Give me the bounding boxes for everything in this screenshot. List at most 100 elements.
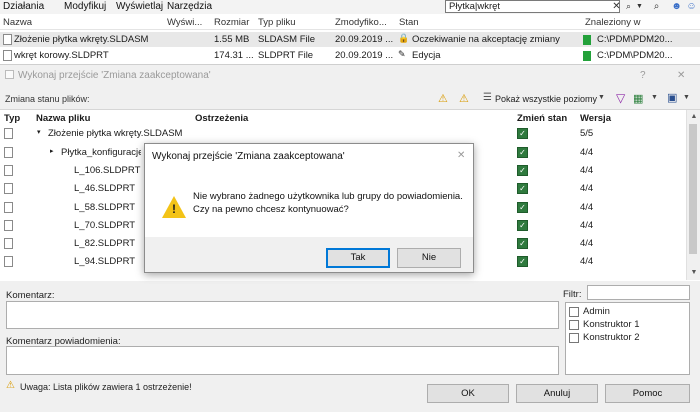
konstruktor2-checkbox[interactable] bbox=[569, 333, 579, 343]
file-found-in: C:\PDM\PDM20... bbox=[597, 34, 673, 45]
confirmation-dialog-title: Wykonaj przejście 'Zmiana zaakceptowana' bbox=[152, 151, 345, 162]
state-icon: 🔒 bbox=[398, 33, 410, 43]
file-state: Edycja bbox=[412, 50, 441, 61]
tree-expand-icon[interactable]: ▸ bbox=[50, 147, 54, 155]
file-name: wkręt korowy.SLDPRT bbox=[14, 50, 109, 61]
row-version: 4/4 bbox=[580, 147, 594, 158]
change-state-checkbox[interactable]: ✓ bbox=[517, 220, 528, 231]
users-icon[interactable]: ☺ bbox=[685, 0, 698, 13]
user-item-label: Konstruktor 2 bbox=[583, 332, 640, 343]
change-state-checkbox[interactable]: ✓ bbox=[517, 256, 528, 267]
column-display[interactable]: Wyświ... bbox=[167, 17, 202, 28]
row-version: 5/5 bbox=[580, 128, 594, 139]
assembly-file-icon bbox=[4, 128, 13, 139]
show-levels-button[interactable]: Pokaż wszystkie poziomy bbox=[495, 94, 597, 104]
notify-comment-input[interactable] bbox=[6, 346, 559, 375]
column-modified[interactable]: Zmodyfiko... bbox=[335, 17, 387, 28]
no-button[interactable]: Nie bbox=[397, 248, 461, 268]
header-type[interactable]: Typ bbox=[4, 113, 20, 124]
menu-tools[interactable]: Narzędzia bbox=[167, 1, 212, 12]
part-file-icon bbox=[4, 165, 13, 176]
header-version[interactable]: Wersja bbox=[580, 113, 611, 124]
column-size[interactable]: Rozmiar bbox=[214, 17, 249, 28]
chevron-down-icon[interactable]: ▼ bbox=[683, 94, 690, 101]
column-found-in[interactable]: Znaleziony w bbox=[585, 17, 640, 28]
tree-collapse-icon[interactable]: ▾ bbox=[37, 128, 41, 136]
scroll-up-icon[interactable]: ▲ bbox=[687, 111, 700, 123]
file-row[interactable]: Złożenie płytka wkręty.SLDASM 1.55 MB SL… bbox=[0, 32, 700, 47]
menu-modify[interactable]: Modyfikuj bbox=[64, 1, 106, 12]
warning-next-icon[interactable]: ⚠ bbox=[459, 92, 469, 105]
change-state-checkbox[interactable]: ✓ bbox=[517, 147, 528, 158]
file-modified: 20.09.2019 ... bbox=[335, 50, 394, 61]
filter-icon[interactable]: ▽ bbox=[616, 91, 625, 105]
menu-view[interactable]: Wyświetlaj bbox=[116, 1, 163, 12]
column-state[interactable]: Stan bbox=[399, 17, 419, 28]
close-icon[interactable]: ✕ bbox=[457, 150, 465, 161]
change-state-checkbox[interactable]: ✓ bbox=[517, 183, 528, 194]
row-file-name: L_46.SLDPRT bbox=[74, 183, 136, 194]
scroll-down-icon[interactable]: ▼ bbox=[687, 267, 700, 279]
change-state-checkbox[interactable]: ✓ bbox=[517, 165, 528, 176]
state-icon: ✎ bbox=[398, 49, 406, 59]
save-icon[interactable]: ▣ bbox=[667, 91, 677, 104]
table-row[interactable]: ▾ Złożenie płytka wkręty.SLDASM ✓ 5/5 bbox=[0, 126, 686, 143]
ok-button[interactable]: OK bbox=[427, 384, 509, 403]
comment-input[interactable] bbox=[6, 301, 559, 329]
filter-label: Filtr: bbox=[563, 289, 582, 300]
transition-toolbar: Zmiana stanu plików: ⚠ ⚠ ☰ Pokaż wszystk… bbox=[0, 89, 700, 109]
file-modified: 20.09.2019 ... bbox=[335, 34, 394, 45]
change-state-checkbox[interactable]: ✓ bbox=[517, 202, 528, 213]
search-dropdown-icon[interactable]: ▼ bbox=[633, 0, 646, 13]
header-warnings[interactable]: Ostrzeżenia bbox=[195, 113, 248, 124]
row-file-name: L_58.SLDPRT bbox=[74, 202, 136, 213]
filter-input[interactable] bbox=[587, 285, 690, 300]
toolbar-label: Zmiana stanu plików: bbox=[5, 94, 90, 104]
tree-levels-icon[interactable]: ☰ bbox=[483, 92, 492, 103]
row-file-name: Złożenie płytka wkręty.SLDASM bbox=[48, 128, 183, 139]
row-version: 4/4 bbox=[580, 256, 594, 267]
header-change-state[interactable]: Zmień stan bbox=[517, 113, 567, 124]
menu-actions[interactable]: Działania bbox=[3, 1, 44, 12]
row-file-name: L_70.SLDPRT bbox=[74, 220, 136, 231]
scrollbar-thumb[interactable] bbox=[689, 124, 697, 254]
part-file-icon bbox=[4, 256, 13, 267]
change-state-checkbox[interactable]: ✓ bbox=[517, 238, 528, 249]
assembly-file-icon bbox=[4, 147, 13, 158]
help-button[interactable]: Pomoc bbox=[605, 384, 690, 403]
user-item-label: Admin bbox=[583, 306, 610, 317]
warning-filter-icon[interactable]: ⚠ bbox=[438, 92, 448, 105]
admin-checkbox[interactable] bbox=[569, 307, 579, 317]
file-icon bbox=[3, 50, 12, 61]
change-state-checkbox[interactable]: ✓ bbox=[517, 128, 528, 139]
file-row[interactable]: wkręt korowy.SLDPRT 174.31 ... SLDPRT Fi… bbox=[0, 48, 700, 63]
row-version: 4/4 bbox=[580, 183, 594, 194]
help-icon[interactable]: ? bbox=[640, 70, 646, 81]
user-item-label: Konstruktor 1 bbox=[583, 319, 640, 330]
comment-label: Komentarz: bbox=[6, 290, 55, 301]
close-icon[interactable]: ✕ bbox=[677, 70, 685, 81]
konstruktor1-checkbox[interactable] bbox=[569, 320, 579, 330]
column-name[interactable]: Nazwa bbox=[3, 17, 32, 28]
transition-dialog-title: Wykonaj przejście 'Zmiana zaakceptowana' bbox=[18, 70, 211, 81]
confirmation-message-line2: Czy na pewno chcesz kontynuować? bbox=[193, 204, 349, 215]
column-file-type[interactable]: Typ pliku bbox=[258, 17, 296, 28]
transition-dialog-titlebar: Wykonaj przejście 'Zmiana zaakceptowana'… bbox=[0, 67, 700, 85]
confirmation-dialog: Wykonaj przejście 'Zmiana zaakceptowana'… bbox=[144, 143, 474, 273]
part-file-icon bbox=[4, 183, 13, 194]
row-version: 4/4 bbox=[580, 238, 594, 249]
user-icon[interactable]: ☻ bbox=[670, 0, 683, 13]
cancel-button[interactable]: Anuluj bbox=[516, 384, 598, 403]
confirmation-dialog-footer: Tak Nie bbox=[145, 237, 473, 272]
file-type: SLDASM File bbox=[258, 34, 316, 45]
chevron-down-icon[interactable]: ▼ bbox=[651, 94, 658, 101]
grid-options-icon[interactable]: ▦ bbox=[633, 92, 643, 105]
vault-icon bbox=[583, 51, 591, 61]
yes-button[interactable]: Tak bbox=[326, 248, 390, 268]
row-file-name: L_94.SLDPRT bbox=[74, 256, 136, 267]
header-file-name[interactable]: Nazwa pliku bbox=[36, 113, 90, 124]
chevron-down-icon[interactable]: ▼ bbox=[598, 94, 605, 101]
part-file-icon bbox=[4, 238, 13, 249]
search-options-icon[interactable]: ⌕ bbox=[650, 0, 663, 13]
search-input[interactable]: Płytka|wkręt bbox=[445, 0, 620, 13]
